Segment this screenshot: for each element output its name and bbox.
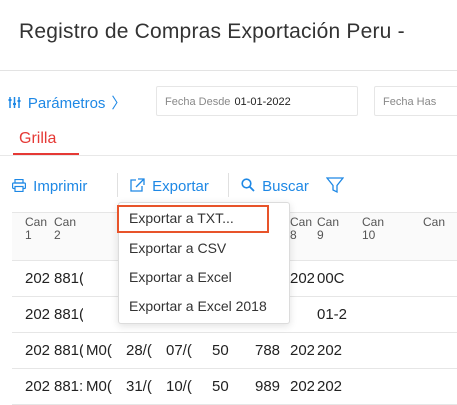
menu-item-exportar-csv[interactable]: Exportar a CSV: [129, 240, 226, 256]
table-cell: 31/(: [126, 378, 152, 395]
column-header[interactable]: Can 1: [25, 216, 49, 246]
column-header[interactable]: Can: [423, 216, 447, 246]
fecha-desde-field[interactable]: Fecha Desde 01-01-2022: [156, 86, 358, 116]
table-cell: 202: [25, 306, 51, 323]
column-header[interactable]: Can 8: [290, 216, 314, 246]
table-cell: 881(: [54, 270, 83, 287]
table-cell: 202: [290, 378, 314, 395]
column-header-number: 8: [290, 228, 297, 242]
table-cell: 881(: [54, 306, 83, 323]
parametros-label: Parámetros: [27, 95, 106, 112]
table-cell: 202: [290, 270, 314, 287]
buscar-button[interactable]: Buscar: [241, 178, 309, 195]
divider: [0, 155, 457, 156]
menu-item-exportar-excel-2018[interactable]: Exportar a Excel 2018: [129, 298, 267, 314]
table-cell: 07/(: [166, 342, 192, 359]
table-cell: 202: [317, 342, 343, 359]
filter-icon: [325, 177, 345, 198]
table-cell: 10/(: [166, 378, 192, 395]
page-title: Registro de Compras Exportación Peru -: [19, 20, 405, 43]
table-cell: 01-2: [317, 306, 348, 323]
table-cell: 28/(: [126, 342, 152, 359]
external-link-icon: [130, 178, 149, 195]
column-header-number: 2: [54, 228, 61, 242]
sliders-icon: [8, 95, 25, 111]
toolbar-separator: [117, 173, 118, 197]
column-header-label: Can: [423, 216, 446, 229]
column-header-number: 10: [362, 228, 376, 242]
divider: [0, 70, 457, 71]
imprimir-button[interactable]: Imprimir: [12, 178, 87, 195]
table-cell: 202: [25, 342, 51, 359]
column-header-number: 1: [25, 228, 32, 242]
table-cell: 881(: [54, 342, 83, 359]
table-cell: 881:: [54, 378, 83, 395]
imprimir-label: Imprimir: [33, 178, 88, 195]
filter-button[interactable]: [325, 177, 345, 198]
table-cell: M0(: [86, 342, 112, 359]
table-cell: 202: [25, 378, 51, 395]
table-cell: 50: [212, 342, 229, 359]
table-cell: M0(: [86, 378, 112, 395]
table-cell: 989: [255, 378, 281, 395]
exportar-label: Exportar: [152, 178, 209, 195]
highlight-box: [117, 205, 269, 233]
search-icon: [241, 178, 259, 195]
table-cell: 202: [25, 270, 51, 287]
table-cell: 202: [290, 342, 314, 359]
column-header[interactable]: [86, 216, 110, 246]
table-cell: 788: [255, 342, 281, 359]
menu-item-exportar-excel[interactable]: Exportar a Excel: [129, 269, 232, 285]
chevron-right-icon: 〉: [111, 95, 127, 112]
buscar-label: Buscar: [262, 178, 309, 195]
toolbar-separator: [228, 173, 229, 197]
column-header[interactable]: Can 2: [54, 216, 78, 246]
tab-grilla[interactable]: Grilla: [19, 130, 56, 148]
parametros-toggle[interactable]: Parámetros 〉: [8, 92, 126, 113]
fecha-hasta-field[interactable]: Fecha Has: [374, 86, 457, 116]
column-header-number: 9: [317, 228, 324, 242]
table-cell: 202: [317, 378, 343, 395]
column-header[interactable]: Can 10: [362, 216, 386, 246]
fecha-hasta-label: Fecha Has: [383, 96, 437, 108]
printer-icon: [12, 178, 30, 195]
table-cell: 50: [212, 378, 229, 395]
column-header[interactable]: Can 9: [317, 216, 341, 246]
exportar-button[interactable]: Exportar: [130, 178, 209, 195]
fecha-desde-value: 01-01-2022: [234, 96, 291, 108]
fecha-desde-label: Fecha Desde: [165, 96, 231, 108]
table-cell: 00C: [317, 270, 345, 287]
